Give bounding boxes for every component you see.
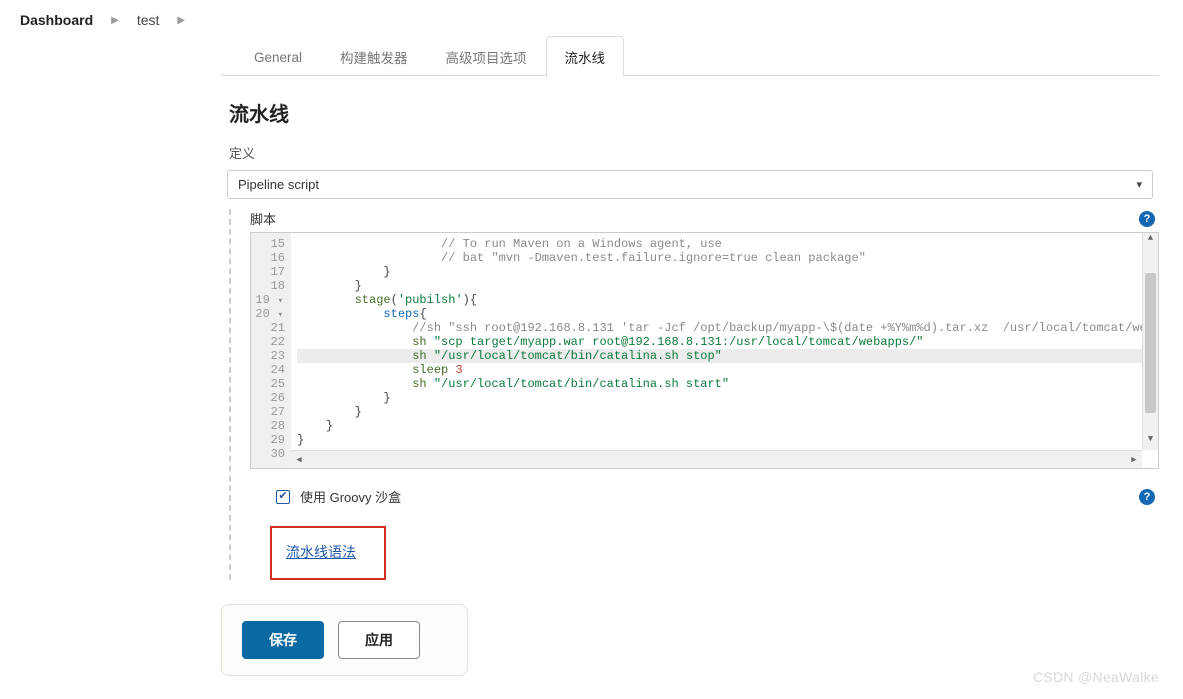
definition-select[interactable]: Pipeline script ▾ [227,170,1153,199]
help-icon[interactable]: ? [1139,489,1155,505]
editor-gutter: 15 16 17 18 19 ▾20 ▾21 22 23 24 25 26 27… [251,233,291,468]
chevron-right-icon: ▶ [111,15,119,26]
script-editor[interactable]: 15 16 17 18 19 ▾20 ▾21 22 23 24 25 26 27… [250,232,1159,469]
chevron-down-icon: ▾ [1136,178,1142,191]
sandbox-checkbox[interactable] [276,490,290,504]
sandbox-label: 使用 Groovy 沙盒 [300,487,401,506]
script-field-label: 脚本 [250,209,276,228]
breadcrumb-item-dashboard[interactable]: Dashboard [20,12,93,28]
tab-general[interactable]: General [235,39,321,75]
tab-advanced-options[interactable]: 高级项目选项 [427,36,546,77]
definition-label: 定义 [229,143,1159,162]
scroll-up-icon[interactable]: ▲ [1143,233,1158,249]
syntax-link-highlight: 流水线语法 [270,526,386,580]
apply-button[interactable]: 应用 [338,621,420,659]
button-bar: 保存 应用 [221,604,468,676]
help-icon[interactable]: ? [1139,211,1155,227]
definition-select-value: Pipeline script [238,177,319,192]
section-title-pipeline: 流水线 [229,98,1159,127]
editor-code[interactable]: // To run Maven on a Windows agent, use … [291,233,1158,468]
chevron-right-icon: ▶ [177,15,185,26]
scroll-down-icon[interactable]: ▼ [1143,434,1158,450]
watermark: CSDN @NeaWalke [1033,669,1159,685]
scroll-left-icon[interactable]: ◀ [291,451,307,468]
tab-pipeline[interactable]: 流水线 [546,36,625,77]
breadcrumb: Dashboard ▶ test ▶ [0,0,1183,34]
pipeline-syntax-link[interactable]: 流水线语法 [286,544,356,560]
field-group-bar [229,209,231,580]
scrollbar-horizontal[interactable]: ◀ ▶ [291,450,1142,468]
scrollbar-vertical[interactable]: ▲ ▼ [1142,233,1158,450]
tab-build-triggers[interactable]: 构建触发器 [321,36,427,77]
save-button[interactable]: 保存 [242,621,324,659]
main-content: General 构建触发器 高级项目选项 流水线 流水线 定义 Pipeline… [221,36,1159,699]
config-tabs: General 构建触发器 高级项目选项 流水线 [221,36,1159,76]
scroll-right-icon[interactable]: ▶ [1126,451,1142,468]
breadcrumb-item-test[interactable]: test [137,12,160,28]
